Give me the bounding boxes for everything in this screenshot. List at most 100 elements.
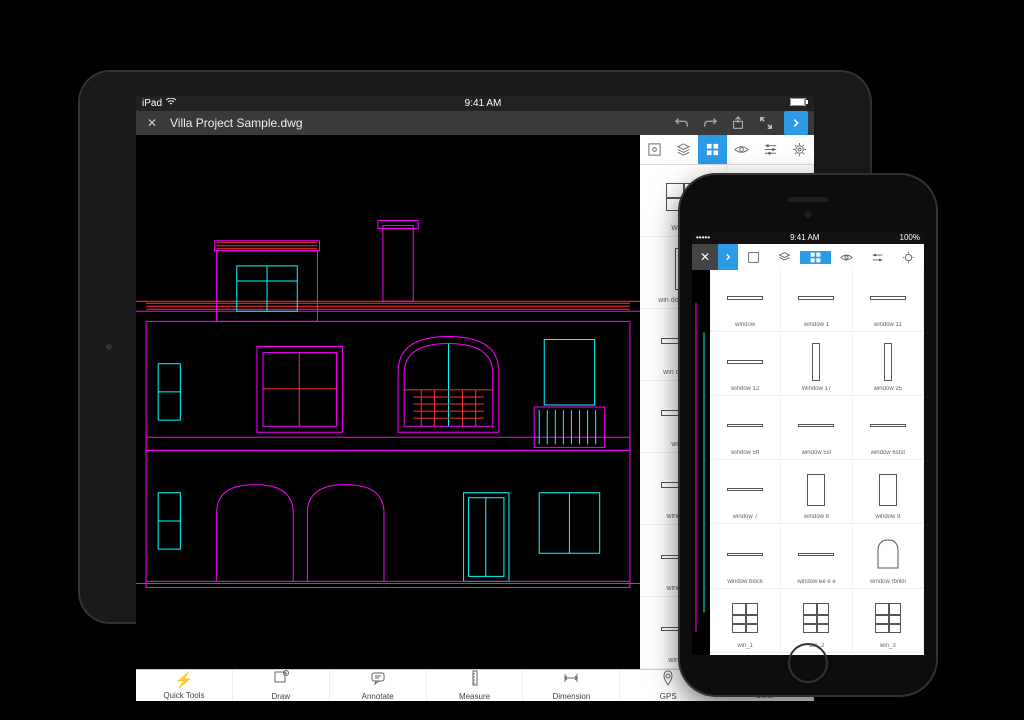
carrier-label: iPad [142, 98, 162, 109]
sliders-tab[interactable] [756, 135, 785, 164]
block-label: window [735, 322, 755, 328]
block-thumb [713, 273, 777, 322]
layers-tab[interactable] [669, 135, 698, 164]
clock: 9:41 AM [465, 98, 502, 109]
block-label: window ee e e [797, 579, 835, 585]
block-item[interactable]: window 9 [853, 462, 924, 524]
block-label: window 12 [731, 386, 759, 392]
gear-tab[interactable] [785, 135, 814, 164]
block-item[interactable]: window rbnkli [853, 527, 924, 589]
block-label: window 5ft [731, 450, 759, 456]
iphone-device: ••••• 9:41 AM 100% ✕ windowwindow 1windo… [680, 175, 936, 695]
close-icon[interactable]: ✕ [142, 113, 162, 133]
palette-tab[interactable] [738, 251, 769, 264]
palette-tab[interactable] [640, 135, 669, 164]
app-header: ✕ Villa Project Sample.dwg [136, 111, 814, 135]
block-item[interactable]: window [710, 270, 781, 332]
sliders-tab[interactable] [862, 251, 893, 264]
block-item[interactable]: win_1 [710, 591, 781, 653]
block-item[interactable]: window 12 [710, 334, 781, 396]
block-label: win_3 [880, 643, 896, 649]
block-item[interactable]: window 5ft [710, 398, 781, 460]
drawing-canvas[interactable] [136, 135, 640, 669]
block-thumb [784, 337, 848, 386]
block-thumb [713, 337, 777, 386]
measure-icon [467, 670, 483, 690]
block-thumb [856, 273, 920, 322]
wifi-icon [166, 98, 176, 109]
iphone-camera [805, 211, 812, 218]
battery-label: 100% [900, 233, 920, 242]
blocks-tab[interactable] [698, 135, 727, 164]
ipad-camera [106, 344, 112, 350]
block-label: window 6stst [871, 450, 905, 456]
block-label: window block [727, 579, 763, 585]
block-thumb [784, 465, 848, 514]
share-icon[interactable] [728, 113, 748, 133]
iphone-header: ✕ [692, 244, 924, 270]
draw-button[interactable]: Draw [233, 670, 330, 701]
iphone-canvas-sliver[interactable] [692, 270, 710, 655]
pin-icon [660, 670, 676, 690]
block-thumb [784, 594, 848, 643]
gear-tab[interactable] [893, 251, 924, 264]
block-thumb [784, 273, 848, 322]
ipad-status-bar: iPad 9:41 AM [136, 96, 814, 111]
block-thumb [713, 401, 777, 450]
iphone-panel-tabs [738, 251, 924, 264]
dimension-button[interactable]: Dimension [523, 670, 620, 701]
block-label: window 9 [875, 514, 900, 520]
dimension-icon [563, 670, 579, 690]
panel-collapse-button[interactable] [718, 244, 738, 270]
block-item[interactable]: window 11 [853, 270, 924, 332]
expand-icon[interactable] [756, 113, 776, 133]
signal-dots: ••••• [696, 233, 710, 242]
annotate-icon [370, 670, 386, 690]
panel-collapse-button[interactable] [784, 111, 808, 135]
block-item[interactable]: win_2 [781, 591, 852, 653]
block-thumb [856, 594, 920, 643]
battery-icon [790, 98, 808, 109]
iphone-main: window window 1 window 11 window 12 Window 1… [692, 270, 924, 655]
undo-icon[interactable] [672, 113, 692, 133]
block-thumb [713, 530, 777, 579]
block-label: window 1 [804, 322, 829, 328]
block-item[interactable]: window 6stst [853, 398, 924, 460]
block-thumb [856, 465, 920, 514]
block-item[interactable]: window 5st [781, 398, 852, 460]
block-item[interactable]: window block [710, 527, 781, 589]
block-thumb [856, 337, 920, 386]
block-thumb [713, 594, 777, 643]
block-item[interactable]: win_3 [853, 591, 924, 653]
measure-button[interactable]: Measure [427, 670, 524, 701]
clock: 9:41 AM [790, 233, 819, 242]
bolt-icon: ⚡ [175, 671, 194, 689]
quick-tools-button[interactable]: ⚡ Quick Tools [136, 670, 233, 701]
block-item[interactable]: window ee e e [781, 527, 852, 589]
block-label: window 8 [804, 514, 829, 520]
iphone-speaker [788, 197, 828, 202]
block-item[interactable]: window 1 [781, 270, 852, 332]
block-label: window rbnkli [870, 579, 906, 585]
annotate-button[interactable]: Annotate [330, 670, 427, 701]
block-item[interactable]: window 25 [853, 334, 924, 396]
block-label: window 7 [733, 514, 758, 520]
block-label: window 5st [802, 450, 832, 456]
panel-tabs [640, 135, 814, 165]
block-item[interactable]: window 7 [710, 462, 781, 524]
block-thumb [856, 530, 920, 579]
iphone-screen: ••••• 9:41 AM 100% ✕ window window 1 windo… [692, 231, 924, 633]
draw-icon [273, 670, 289, 690]
iphone-status-bar: ••••• 9:41 AM 100% [692, 231, 924, 244]
close-icon[interactable]: ✕ [692, 244, 718, 270]
iphone-home-button[interactable] [788, 643, 828, 683]
block-item[interactable]: Window 17 [781, 334, 852, 396]
block-item[interactable]: window 8 [781, 462, 852, 524]
block-thumb [784, 530, 848, 579]
block-label: win_1 [737, 643, 753, 649]
blocks-tab[interactable] [800, 251, 831, 264]
view-tab[interactable] [727, 135, 756, 164]
view-tab[interactable] [831, 251, 862, 264]
redo-icon[interactable] [700, 113, 720, 133]
layers-tab[interactable] [769, 251, 800, 264]
